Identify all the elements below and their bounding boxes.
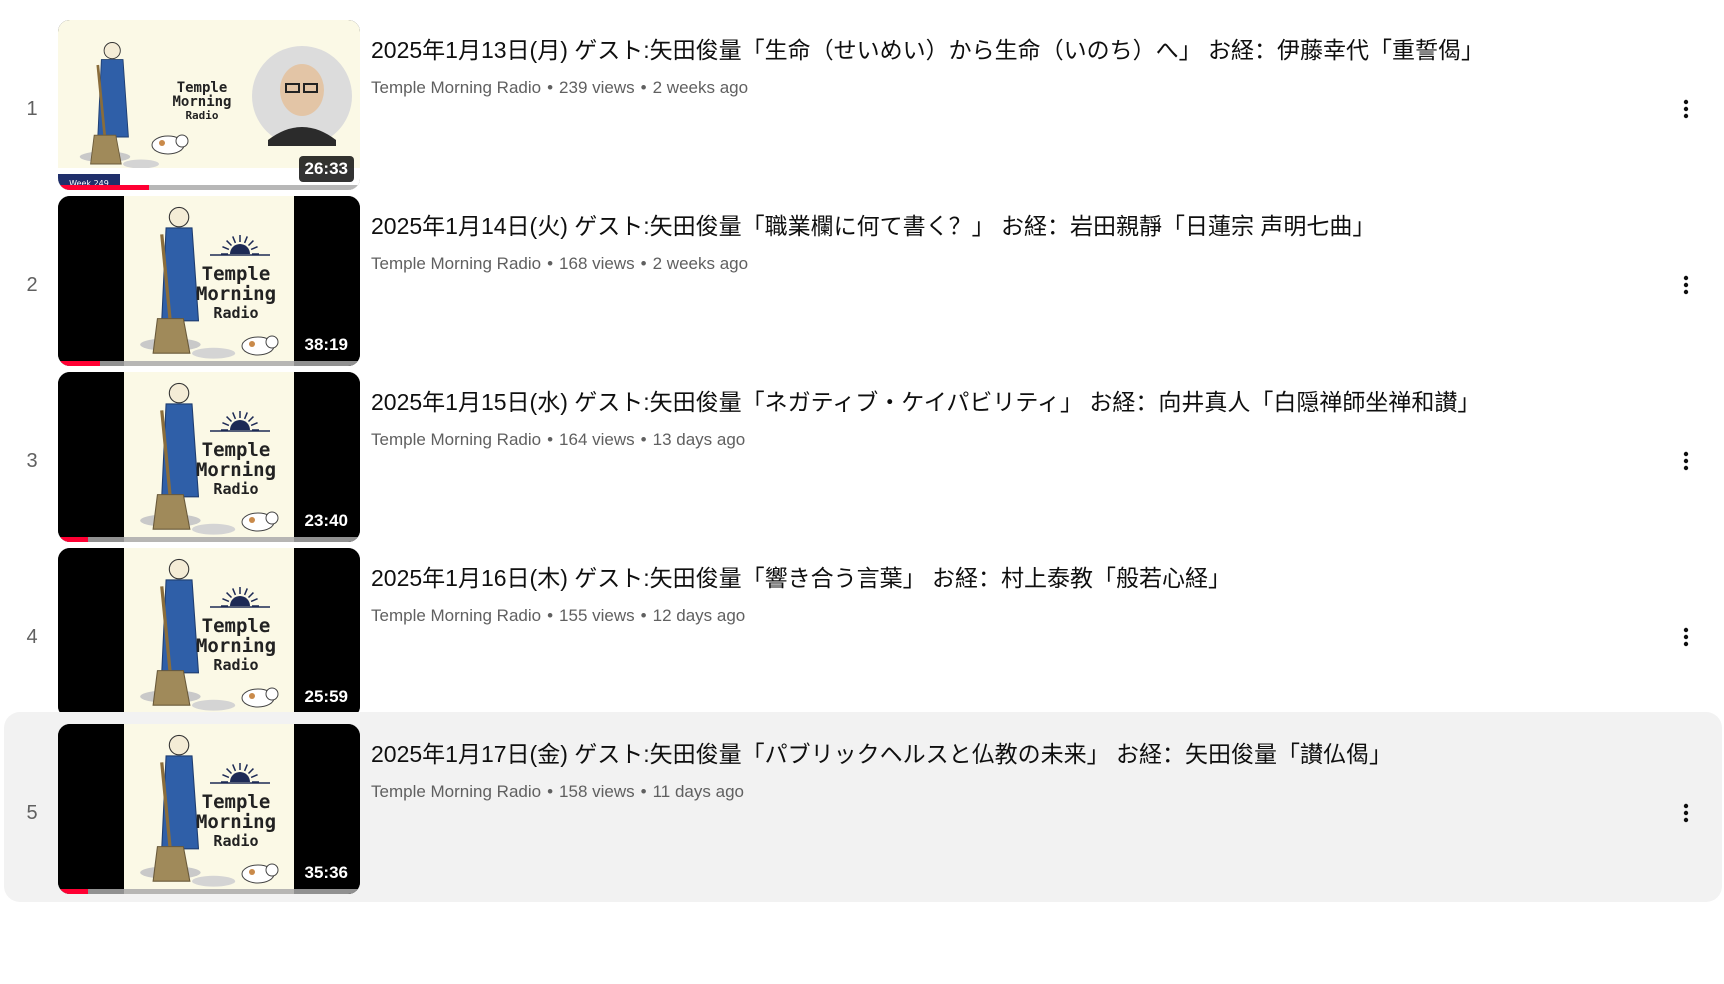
video-thumbnail[interactable]: Temple Morning Radio 35:36 (58, 724, 360, 894)
upload-age: 13 days ago (652, 430, 746, 449)
duration-badge: 38:19 (298, 332, 354, 358)
thumb-logo-line3: Radio (213, 480, 258, 498)
thumb-logo-line2: Morning (196, 459, 276, 481)
separator-dot: • (640, 254, 647, 273)
row-index: 1 (26, 98, 38, 120)
channel-name[interactable]: Temple Morning Radio (371, 78, 541, 97)
view-count: 164 views (559, 430, 635, 449)
separator-dot: • (640, 430, 647, 449)
thumb-logo-line1: Temple (202, 263, 271, 285)
thumb-logo-line3: Radio (185, 109, 218, 122)
playlist-row[interactable]: 5 Temple Morning Radio 35:36 2025年1月17日(金) ゲス… (4, 712, 1722, 902)
playlist-row[interactable]: 4 Temple Morning Radio 25:59 2025年1月16日(木) ゲス… (4, 548, 1722, 726)
video-subline: Temple Morning Radio • 168 views • 2 weeks a… (371, 254, 1652, 274)
upload-age: 12 days ago (652, 606, 746, 625)
video-title[interactable]: 2025年1月14日(火) ゲスト:矢田俊量「職業欄に何て書く？」 お経：岩田親… (371, 210, 1652, 242)
view-count: 155 views (559, 606, 635, 625)
watch-progress-fill (58, 537, 89, 542)
video-thumbnail[interactable]: Temple Morning Radio 23:40 (58, 372, 360, 542)
video-subline: Temple Morning Radio • 164 views • 13 days a… (371, 430, 1652, 450)
channel-name[interactable]: Temple Morning Radio (371, 606, 541, 625)
video-title[interactable]: 2025年1月13日(月) ゲスト:矢田俊量「生命（せいめい）から生命（いのち）… (371, 34, 1652, 66)
upload-age: 2 weeks ago (652, 254, 749, 273)
row-index: 4 (26, 626, 38, 648)
row-index: 2 (26, 274, 38, 296)
duration-badge: 25:59 (298, 684, 354, 710)
thumb-logo-line2: Morning (196, 811, 276, 833)
view-count: 168 views (559, 254, 635, 273)
video-thumbnail[interactable]: Temple Morning Radio Week 249 26:33 (58, 20, 360, 190)
duration-badge: 23:40 (298, 508, 354, 534)
separator-dot: • (547, 78, 554, 97)
thumb-logo-line2: Morning (172, 94, 231, 110)
upload-age: 2 weeks ago (652, 78, 749, 97)
separator-dot: • (547, 430, 554, 449)
channel-name[interactable]: Temple Morning Radio (371, 782, 541, 801)
video-thumbnail[interactable]: Temple Morning Radio 25:59 (58, 548, 360, 718)
video-thumbnail[interactable]: Temple Morning Radio 38:19 (58, 196, 360, 366)
thumb-logo-line3: Radio (213, 304, 258, 322)
row-index: 3 (26, 450, 38, 472)
watch-progress-bar (58, 537, 360, 542)
video-title[interactable]: 2025年1月15日(水) ゲスト:矢田俊量「ネガティブ・ケイパビリティ」 お経… (371, 386, 1652, 418)
duration-badge: 26:33 (298, 156, 354, 182)
view-count: 158 views (559, 782, 635, 801)
playlist-row[interactable]: 1 Temple Morning Radio Week 249 26:33 2025年1月1… (4, 20, 1722, 198)
guest-portrait (252, 46, 352, 146)
playlist-row[interactable]: 2 Temple Morning Radio 38:19 2025年1月14日(火) ゲス… (4, 196, 1722, 374)
more-actions-icon[interactable] (1666, 617, 1706, 657)
video-meta: 2025年1月13日(月) ゲスト:矢田俊量「生命（せいめい）から生命（いのち）… (371, 12, 1652, 98)
watch-progress-fill (58, 361, 101, 366)
separator-dot: • (547, 782, 554, 801)
playlist-row[interactable]: 3 Temple Morning Radio 23:40 2025年1月15日(水) ゲス… (4, 372, 1722, 550)
separator-dot: • (640, 782, 647, 801)
watch-progress-fill (58, 185, 149, 190)
more-actions-icon[interactable] (1666, 793, 1706, 833)
watch-progress-bar (58, 889, 360, 894)
separator-dot: • (547, 254, 554, 273)
video-meta: 2025年1月14日(火) ゲスト:矢田俊量「職業欄に何て書く？」 お経：岩田親… (371, 188, 1652, 274)
video-meta: 2025年1月15日(水) ゲスト:矢田俊量「ネガティブ・ケイパビリティ」 お経… (371, 364, 1652, 450)
separator-dot: • (547, 606, 554, 625)
thumb-logo-line1: Temple (202, 439, 271, 461)
playlist-video-list: 1 Temple Morning Radio Week 249 26:33 2025年1月1… (0, 0, 1724, 984)
watch-progress-fill (58, 889, 89, 894)
thumb-logo-line3: Radio (213, 656, 258, 674)
video-subline: Temple Morning Radio • 239 views • 2 weeks a… (371, 78, 1652, 98)
duration-badge: 35:36 (298, 860, 354, 886)
watch-progress-bar (58, 361, 360, 366)
thumb-logo-line1: Temple (202, 791, 271, 813)
row-index: 5 (26, 802, 38, 824)
separator-dot: • (640, 78, 647, 97)
view-count: 239 views (559, 78, 635, 97)
more-actions-icon[interactable] (1666, 441, 1706, 481)
thumb-logo-line1: Temple (202, 615, 271, 637)
separator-dot: • (640, 606, 647, 625)
video-subline: Temple Morning Radio • 158 views • 11 days a… (371, 782, 1652, 802)
video-meta: 2025年1月16日(木) ゲスト:矢田俊量「響き合う言葉」 お経：村上泰教「般… (371, 540, 1652, 626)
video-meta: 2025年1月17日(金) ゲスト:矢田俊量「パブリックヘルスと仏教の未来」 お… (371, 716, 1652, 802)
video-subline: Temple Morning Radio • 155 views • 12 days a… (371, 606, 1652, 626)
upload-age: 11 days ago (652, 782, 744, 801)
video-title[interactable]: 2025年1月17日(金) ゲスト:矢田俊量「パブリックヘルスと仏教の未来」 お… (371, 738, 1652, 770)
thumb-logo-line2: Morning (196, 635, 276, 657)
thumb-logo-line3: Radio (213, 832, 258, 850)
thumb-logo-line2: Morning (196, 283, 276, 305)
video-title[interactable]: 2025年1月16日(木) ゲスト:矢田俊量「響き合う言葉」 お経：村上泰教「般… (371, 562, 1652, 594)
watch-progress-bar (58, 185, 360, 190)
channel-name[interactable]: Temple Morning Radio (371, 254, 541, 273)
more-actions-icon[interactable] (1666, 89, 1706, 129)
more-actions-icon[interactable] (1666, 265, 1706, 305)
channel-name[interactable]: Temple Morning Radio (371, 430, 541, 449)
